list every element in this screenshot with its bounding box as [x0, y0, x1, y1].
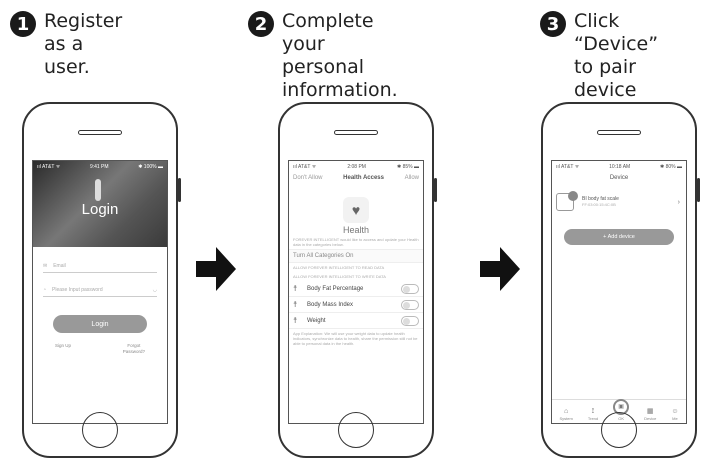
health-screen: ııl AT&T ᯤ 2:08 PM ✱ 85% ▬ Don't Allow H… [288, 160, 424, 424]
login-screen: ııl AT&T ᯤ 9:41 PM ✱ 100% ▬ Login ✉ Emai… [32, 160, 168, 424]
write-header: ALLOW FOREVER INTELLIGENT TO WRITE DATA [293, 274, 386, 279]
phone-login: ııl AT&T ᯤ 9:41 PM ✱ 100% ▬ Login ✉ Emai… [22, 102, 181, 458]
password-field[interactable]: ◔ Please Input password ◡ [43, 283, 157, 297]
tab-trend[interactable]: ⟟ Trend [588, 407, 598, 421]
bmi-toggle[interactable] [401, 299, 419, 310]
health-title: Health [342, 225, 369, 235]
speaker [334, 130, 378, 135]
scale-icon [556, 191, 578, 211]
chevron-right-icon: › [677, 198, 680, 206]
phone-device: ııl AT&T ᯤ 10:18 AM ✱ 80% ▬ Device BI bo… [541, 102, 700, 458]
tab-device[interactable]: ▦ Device [644, 407, 656, 421]
dont-allow-button[interactable]: Don't Allow [293, 175, 323, 181]
person-icon: ☨ [293, 284, 298, 293]
tab-system[interactable]: ⌂ System [559, 407, 572, 421]
login-title: Login [81, 201, 119, 218]
health-item-bmi: ☨ Body Mass Index [289, 297, 423, 313]
tab-me[interactable]: ☺ Me [671, 407, 678, 421]
arrow-right-icon [480, 247, 520, 291]
home-button [82, 412, 118, 448]
lock-icon: ◔ [43, 286, 47, 293]
speaker [597, 130, 641, 135]
read-note: ALLOW FOREVER INTELLIGENT TO READ DATA [293, 265, 385, 270]
profile-icon: ☺ [671, 408, 679, 415]
home-icon: ⌂ [564, 408, 569, 415]
health-nav-bar: Don't Allow Health Access Allow [289, 173, 423, 183]
email-field[interactable]: ✉ Email [43, 259, 157, 273]
home-button [601, 412, 637, 448]
status-bar: ııl AT&T ᯤ 10:18 AM ✱ 80% ▬ [556, 164, 682, 170]
login-hero-image: ııl AT&T ᯤ 9:41 PM ✱ 100% ▬ Login [33, 161, 167, 247]
device-screen: ııl AT&T ᯤ 10:18 AM ✱ 80% ▬ Device BI bo… [551, 160, 687, 424]
login-button[interactable]: Login [53, 315, 147, 333]
arrow-right-icon [196, 247, 236, 291]
person-icon: ☨ [293, 316, 298, 325]
turn-all-categories-on[interactable]: Turn All Categories On [289, 249, 423, 263]
health-footer: App Explanation: We will use your weight… [293, 331, 418, 346]
step-2-text: Complete your personal information. [282, 10, 398, 101]
health-description: FOREVER INTELLIGENT would like to access… [293, 237, 419, 247]
home-button [338, 412, 374, 448]
weight-toggle[interactable] [401, 315, 419, 326]
forgot-password-link[interactable]: Forgot Password? [123, 343, 145, 355]
add-device-button[interactable]: + Add device [564, 229, 674, 245]
status-bar: ııl AT&T ᯤ 9:41 PM ✱ 100% ▬ [37, 164, 163, 170]
body-fat-toggle[interactable] [401, 283, 419, 294]
heart-icon: ♥ [343, 197, 369, 223]
mail-icon: ✉ [43, 262, 48, 269]
health-item-body-fat: ☨ Body Fat Percentage [289, 281, 423, 297]
login-links: Sign Up Forgot Password? [55, 343, 145, 355]
device-title: Device [609, 175, 629, 181]
step-1-number: 1 [10, 11, 36, 37]
allow-button[interactable]: Allow [405, 175, 419, 181]
device-icon: ▦ [646, 408, 654, 415]
device-id: FF:03:00:15:4C:0B [582, 202, 616, 207]
step-2-number: 2 [248, 11, 274, 37]
device-card[interactable]: BI body fat scale FF:03:00:15:4C:0B › [556, 189, 682, 215]
status-bar: ııl AT&T ᯤ 2:08 PM ✱ 85% ▬ [293, 164, 419, 170]
runner-figure [95, 179, 101, 201]
health-item-weight: ☨ Weight [289, 313, 423, 329]
person-icon: ☨ [293, 300, 298, 309]
phone-health: ııl AT&T ᯤ 2:08 PM ✱ 85% ▬ Don't Allow H… [278, 102, 437, 458]
health-nav-title: Health Access [343, 175, 384, 181]
speaker [78, 130, 122, 135]
trend-icon: ⟟ [591, 408, 595, 415]
step-3-number: 3 [540, 11, 566, 37]
eye-icon[interactable]: ◡ [153, 287, 157, 293]
step-1-text: Register as a user. [44, 10, 123, 78]
sign-up-link[interactable]: Sign Up [55, 343, 71, 355]
